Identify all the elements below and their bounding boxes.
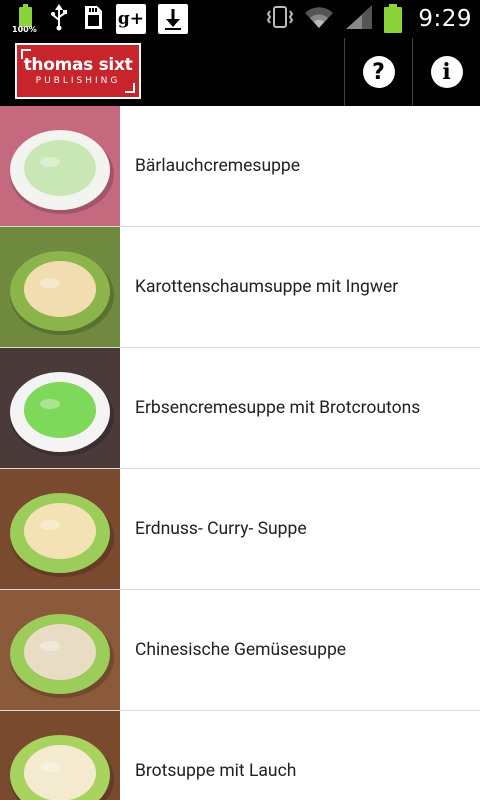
- usb-icon: [48, 2, 70, 36]
- recipe-title: Karottenschaumsuppe mit Ingwer: [135, 277, 399, 297]
- list-item[interactable]: Erdnuss- Curry- Suppe: [0, 469, 480, 590]
- recipe-title: Chinesische Gemüsesuppe: [135, 640, 347, 660]
- help-icon: ?: [362, 56, 395, 88]
- recipe-thumbnail: [0, 106, 120, 226]
- battery-icon: 100%: [12, 4, 37, 34]
- google-plus-icon: g+: [116, 4, 146, 34]
- vibrate-icon: [266, 4, 294, 34]
- status-bar: 100% g+ 9:29: [0, 0, 480, 38]
- list-item[interactable]: Brotsuppe mit Lauch: [0, 711, 480, 800]
- recipe-thumbnail: [0, 227, 120, 347]
- download-icon: [158, 4, 188, 34]
- recipe-thumbnail: [0, 348, 120, 468]
- recipe-thumbnail: [0, 590, 120, 710]
- list-item[interactable]: Chinesische Gemüsesuppe: [0, 590, 480, 711]
- list-item[interactable]: Karottenschaumsuppe mit Ingwer: [0, 227, 480, 348]
- logo-title: thomas sixt: [23, 55, 133, 75]
- list-item[interactable]: Bärlauchcremesuppe: [0, 106, 480, 227]
- notification-icons: 100% g+: [0, 0, 188, 38]
- recipe-thumbnail: [0, 711, 120, 800]
- recipe-title: Bärlauchcremesuppe: [135, 156, 301, 176]
- list-item[interactable]: Erbsencremesuppe mit Brotcroutons: [0, 348, 480, 469]
- battery-percent: 100%: [12, 25, 37, 34]
- info-button[interactable]: i: [413, 38, 480, 106]
- sd-card-icon: [82, 2, 104, 36]
- recipe-thumbnail: [0, 469, 120, 589]
- help-button[interactable]: ?: [345, 38, 412, 106]
- logo-subtitle: PUBLISHING: [35, 76, 121, 86]
- battery-icon: [384, 4, 403, 34]
- clock: 9:29: [418, 6, 472, 32]
- recipe-title: Brotsuppe mit Lauch: [135, 761, 297, 781]
- action-bar: thomas sixt PUBLISHING ? i: [0, 38, 480, 106]
- system-status-icons: 9:29: [266, 0, 480, 38]
- recipe-title: Erdnuss- Curry- Suppe: [135, 519, 307, 539]
- wifi-icon: [304, 4, 334, 34]
- recipe-list: Bärlauchcremesuppe Karottenschaumsuppe m…: [0, 106, 480, 800]
- info-icon: i: [430, 56, 463, 88]
- recipe-title: Erbsencremesuppe mit Brotcroutons: [135, 398, 421, 418]
- signal-icon: [344, 3, 374, 35]
- app-logo[interactable]: thomas sixt PUBLISHING: [15, 43, 141, 99]
